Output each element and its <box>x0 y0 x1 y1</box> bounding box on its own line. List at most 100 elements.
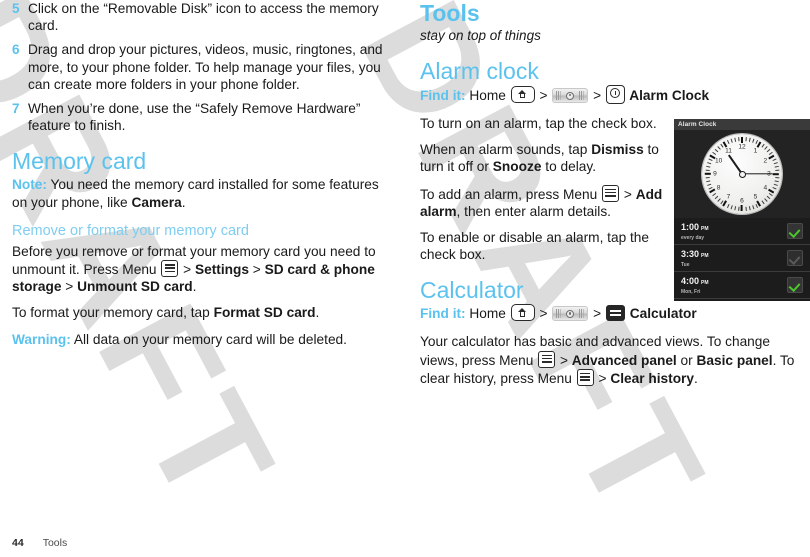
clock-center-pin <box>738 170 746 178</box>
alarm-meridiem: PM <box>701 253 709 259</box>
clock-numeral: 2 <box>763 157 768 164</box>
warning-label: Warning: <box>12 331 71 347</box>
gt-sep: > <box>61 279 78 295</box>
unmount-instructions: Before you remove or format your memory … <box>12 243 390 296</box>
clock-numeral: 6 <box>740 197 744 205</box>
section-heading-memory-card: Memory card <box>12 148 147 175</box>
findit-target-calculator: Calculator <box>625 306 697 322</box>
app-launcher-icon <box>552 88 589 103</box>
step-number: 7 <box>12 101 20 117</box>
home-key-icon <box>510 86 535 103</box>
gt-sep: > <box>594 370 611 386</box>
memory-card-note: Note: You need the memory card installed… <box>12 176 390 210</box>
alarm-p3-a: To add an alarm, press Menu <box>420 186 602 202</box>
footer-chapter: Tools <box>42 537 68 549</box>
step-text: When you’re done, use the “Safely Remove… <box>28 101 361 134</box>
gt-sep: > <box>179 262 195 278</box>
period: . <box>315 305 320 321</box>
list-item: 6 Drag and drop your pictures, videos, m… <box>12 41 390 93</box>
period: . <box>192 279 197 295</box>
alarm-checkbox[interactable] <box>787 250 803 266</box>
clock-numeral: 10 <box>714 157 723 164</box>
step-number: 6 <box>12 42 20 58</box>
chapter-title: Tools <box>420 0 480 26</box>
chapter-tagline: stay on top of things <box>420 28 541 43</box>
alarm-paragraph-3: To add an alarm, press Menu > Add alarm,… <box>420 184 672 220</box>
gt-sep: > <box>556 352 572 368</box>
menu-path-format-sd: Format SD card <box>213 305 316 321</box>
alarm-p3-c: , then enter alarm details. <box>456 203 611 219</box>
note-text-end: . <box>181 194 186 210</box>
alarm-paragraph-1: To turn on an alarm, tap the check box. <box>420 116 657 131</box>
format-text: To format your memory card, tap <box>12 305 214 321</box>
menu-key-icon <box>538 350 556 368</box>
alarm-checkbox[interactable] <box>787 223 803 239</box>
alarm-time-value: 1:00 <box>681 222 700 232</box>
menu-path-advanced-panel: Advanced panel <box>571 352 677 368</box>
calc-p1-c: or <box>676 352 697 368</box>
note-bold-camera: Camera <box>131 194 182 210</box>
findit-home-text: Home <box>465 306 510 322</box>
gt-sep: > <box>589 306 605 322</box>
alarm-meridiem: PM <box>701 280 709 286</box>
menu-path-clear-history: Clear history <box>610 370 694 386</box>
menu-path-unmount: Unmount SD card <box>77 279 193 295</box>
findit-alarm-clock: Find it: Home > > Alarm Clock <box>420 85 800 106</box>
menu-key-icon <box>602 184 620 202</box>
gt-sep: > <box>589 88 605 103</box>
gt-sep: > <box>535 306 552 322</box>
left-column: 5 Click on the “Removable Disk” icon to … <box>12 0 390 348</box>
section-heading-alarm-clock: Alarm clock <box>420 58 539 84</box>
numbered-steps: 5 Click on the “Removable Disk” icon to … <box>12 0 390 134</box>
clock-minute-hand <box>742 173 774 175</box>
warning-paragraph: Warning: All data on your memory card wi… <box>12 331 390 348</box>
clock-numeral: 11 <box>725 147 732 155</box>
alarm-snooze-label: Snooze <box>492 159 542 175</box>
menu-key-icon <box>576 368 594 386</box>
clock-face: 121234567891011 <box>702 134 782 214</box>
alarm-time: 4:00 PM <box>681 276 804 288</box>
alarm-paragraph-4: To enable or disable an alarm, tap the c… <box>420 230 650 263</box>
menu-key-icon <box>161 260 179 278</box>
screenshot-title-bar: Alarm Clock <box>674 119 810 130</box>
calculator-app-icon <box>605 305 625 322</box>
findit-label: Find it: <box>420 306 466 322</box>
gt-sep: > <box>248 262 265 278</box>
menu-path-basic-panel: Basic panel <box>696 352 773 368</box>
alarm-dismiss-label: Dismiss <box>591 142 644 158</box>
alarm-p2-d: to delay. <box>541 159 596 175</box>
clock-numeral: 8 <box>716 184 721 191</box>
note-text: You need the memory card installed for s… <box>12 177 379 210</box>
analog-clock: 121234567891011 <box>674 130 810 218</box>
gt-sep: > <box>620 186 636 202</box>
period: . <box>694 370 698 386</box>
list-item: 5 Click on the “Removable Disk” icon to … <box>12 0 390 34</box>
alarm-clock-app-icon <box>605 85 625 104</box>
findit-target-alarm-clock: Alarm Clock <box>625 88 710 103</box>
alarm-time-value: 4:00 <box>681 276 700 286</box>
findit-label: Find it: <box>420 88 466 103</box>
step-text: Drag and drop your pictures, videos, mus… <box>28 42 383 92</box>
page-number: 44 <box>12 537 24 549</box>
alarm-days: every day <box>681 235 705 241</box>
table-row[interactable]: 1:00 PM every day <box>674 218 810 245</box>
menu-path-settings: Settings <box>194 262 249 278</box>
home-key-icon <box>510 304 535 322</box>
alarm-checkbox[interactable] <box>787 277 803 293</box>
gt-sep: > <box>535 88 552 103</box>
app-launcher-icon <box>552 306 589 322</box>
clock-numeral: 1 <box>753 147 758 155</box>
page-footer: 44 Tools <box>12 537 67 549</box>
clock-numeral: 12 <box>738 143 746 151</box>
clock-numeral: 9 <box>713 170 717 178</box>
table-row[interactable]: 3:30 PM Tue <box>674 245 810 272</box>
manual-page: DRAFT DRAFT 5 Click on the “Removable Di… <box>0 0 810 557</box>
alarm-paragraph-2: When an alarm sounds, tap Dismiss to tur… <box>420 141 672 175</box>
table-row[interactable]: 4:00 PM Mon, Fri <box>674 272 810 299</box>
alarm-days: Tue <box>681 262 690 268</box>
alarm-time-value: 3:30 <box>681 249 700 259</box>
clock-numeral: 4 <box>763 184 768 191</box>
calculator-paragraph: Your calculator has basic and advanced v… <box>420 333 800 387</box>
findit-home-text: Home <box>465 88 510 103</box>
list-item: 7 When you’re done, use the “Safely Remo… <box>12 100 390 134</box>
